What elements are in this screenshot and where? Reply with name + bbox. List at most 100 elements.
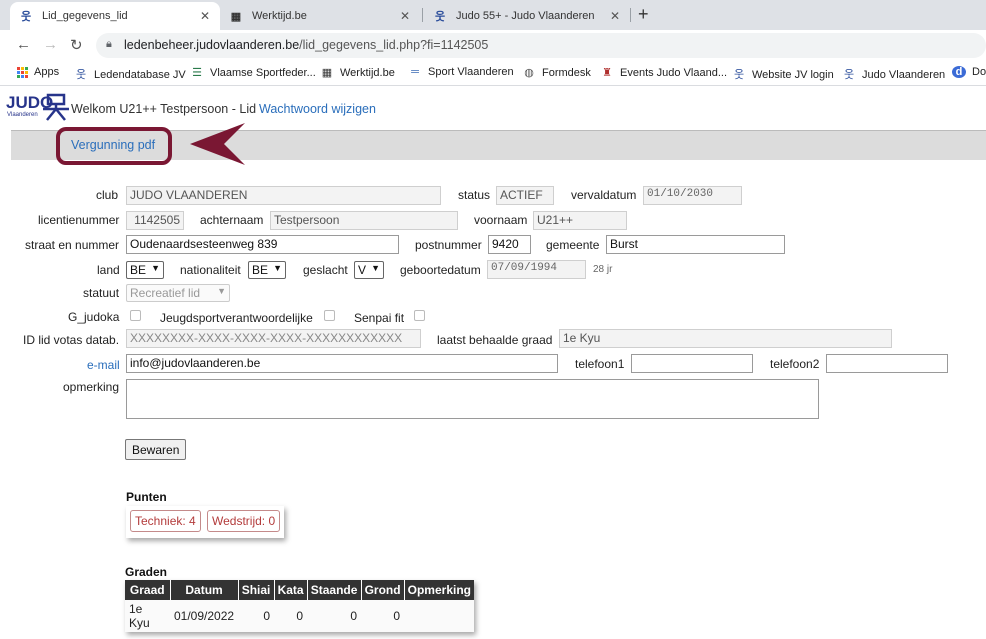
tab-lid-gegevens[interactable]: 웃 Lid_gegevens_lid ✕ bbox=[10, 2, 220, 30]
change-password-link[interactable]: Wachtwoord wijzigen bbox=[259, 102, 376, 116]
technique-points-badge: Techniek: 4 bbox=[130, 510, 201, 532]
license-pdf-link[interactable]: Vergunning pdf bbox=[71, 138, 155, 152]
statuut-label: statuut bbox=[83, 286, 120, 300]
chevron-down-icon: ▼ bbox=[217, 286, 226, 296]
club-field[interactable]: JUDO VLAANDEREN bbox=[126, 186, 441, 205]
events-icon: ♜ bbox=[602, 67, 612, 79]
gender-select[interactable]: V ▼ bbox=[354, 261, 384, 279]
bookmark-werktijd[interactable]: ▦ Werktijd.be bbox=[320, 66, 395, 79]
judo-icon: 웃 bbox=[20, 11, 32, 23]
forward-icon[interactable]: → bbox=[43, 36, 58, 53]
d-icon: d bbox=[952, 66, 966, 78]
bookmark-formdesk[interactable]: ◍ Formdesk bbox=[522, 66, 591, 79]
back-icon[interactable]: ← bbox=[16, 36, 31, 53]
calendar-icon: ▦ bbox=[230, 10, 242, 23]
graad-label: laatst behaalde graad bbox=[437, 333, 553, 347]
bookmark-sport-vlaanderen[interactable]: ═ Sport Vlaanderen bbox=[408, 66, 514, 78]
table-row: 1e Kyu 01/09/2022 0 0 0 0 bbox=[125, 600, 475, 632]
telefoon2-label: telefoon2 bbox=[770, 357, 820, 371]
address-bar: ← → ↻ 🔒︎ ledenbeheer.judovlaanderen.be/l… bbox=[0, 30, 986, 61]
url-field[interactable]: 🔒︎ ledenbeheer.judovlaanderen.be/lid_geg… bbox=[96, 33, 986, 58]
calendar-icon: ▦ bbox=[321, 67, 333, 79]
save-button[interactable]: Bewaren bbox=[125, 439, 187, 460]
welcome-text: Welkom U21++ Testpersoon - Lid bbox=[71, 102, 257, 116]
bookmark-label: Website JV login bbox=[752, 69, 834, 81]
close-icon[interactable]: ✕ bbox=[400, 9, 410, 23]
points-box: Techniek: 4 Wedstrijd: 0 bbox=[126, 506, 284, 538]
voornaam-label: voornaam bbox=[474, 213, 528, 227]
opmerking-label: opmerking bbox=[63, 380, 120, 394]
g-judoka-checkbox[interactable] bbox=[130, 310, 141, 321]
status-label: status bbox=[458, 188, 491, 202]
tab-title: Werktijd.be bbox=[252, 10, 307, 22]
list-icon: ☰ bbox=[192, 67, 202, 79]
jeugd-label: Jeugdsportverantwoordelijke bbox=[160, 311, 313, 325]
judo-icon: 웃 bbox=[733, 69, 745, 81]
birth-date-field[interactable]: 07/09/1994 bbox=[487, 260, 586, 279]
competition-points-badge: Wedstrijd: 0 bbox=[207, 510, 281, 532]
table-cell: 01/09/2022 bbox=[170, 600, 239, 632]
bookmark-apps[interactable]: Apps bbox=[17, 66, 59, 78]
tab-werktijd[interactable]: ▦ Werktijd.be ✕ bbox=[220, 2, 420, 30]
column-header: Graad bbox=[125, 580, 171, 600]
bookmark-do[interactable]: d Do bbox=[952, 66, 986, 78]
logo-subtext: Vlaanderen bbox=[7, 112, 38, 118]
bookmark-website-jv-login[interactable]: 웃 Website JV login bbox=[732, 66, 834, 82]
chevron-down-icon: ▼ bbox=[151, 263, 160, 273]
new-tab-icon[interactable]: + bbox=[638, 4, 649, 25]
street-field[interactable]: Oudenaardsesteenweg 839 bbox=[126, 235, 399, 254]
tab-judo-55[interactable]: 웃 Judo 55+ - Judo Vlaanderen ✕ bbox=[424, 2, 630, 30]
phone1-field[interactable] bbox=[631, 354, 753, 373]
bookmarks-bar: Apps 웃 Ledendatabase JV ☰ Vlaamse Sportfed… bbox=[0, 61, 986, 86]
postal-code-field[interactable]: 9420 bbox=[488, 235, 531, 254]
tab-separator bbox=[630, 8, 631, 22]
telefoon1-label: telefoon1 bbox=[575, 357, 625, 371]
nationaliteit-label: nationaliteit bbox=[180, 263, 241, 277]
close-icon[interactable]: ✕ bbox=[610, 9, 620, 23]
country-select[interactable]: BE ▼ bbox=[126, 261, 164, 279]
bookmark-label: Judo Vlaanderen bbox=[862, 69, 946, 81]
table-cell: 0 bbox=[361, 600, 405, 632]
browser-tab-bar: 웃 Lid_gegevens_lid ✕ ▦ Werktijd.be ✕ 웃 J… bbox=[0, 0, 986, 30]
apps-icon bbox=[17, 66, 28, 78]
bookmark-judo-vlaanderen[interactable]: 웃 Judo Vlaanderen bbox=[842, 66, 945, 82]
url-path: /lid_gegevens_lid.php?fi=1142505 bbox=[299, 38, 489, 52]
gender-value: V bbox=[358, 263, 367, 277]
votas-id-field[interactable]: XXXXXXXX-XXXX-XXXX-XXXX-XXXXXXXXXXXX bbox=[126, 329, 421, 348]
judo-icon: 웃 bbox=[843, 69, 855, 81]
expiry-date-field[interactable]: 01/10/2030 bbox=[643, 186, 742, 205]
bookmark-label: Formdesk bbox=[542, 67, 591, 79]
first-name-field[interactable]: U21++ bbox=[533, 211, 627, 230]
gemeente-label: gemeente bbox=[546, 238, 600, 252]
last-grade-field[interactable]: 1e Kyu bbox=[559, 329, 892, 348]
reload-icon[interactable]: ↻ bbox=[70, 36, 83, 54]
phone2-field[interactable] bbox=[826, 354, 948, 373]
remark-textarea[interactable] bbox=[126, 379, 819, 419]
bookmark-vlaamse-sportfederatie[interactable]: ☰ Vlaamse Sportfeder... bbox=[190, 66, 316, 79]
email-field[interactable]: info@judovlaanderen.be bbox=[126, 354, 558, 373]
bookmark-ledendatabase[interactable]: 웃 Ledendatabase JV bbox=[74, 66, 186, 82]
license-number-field[interactable]: 1142505 bbox=[126, 211, 184, 230]
bookmark-label: Werktijd.be bbox=[340, 67, 395, 79]
url-host: ledenbeheer.judovlaanderen.be bbox=[124, 38, 300, 52]
membership-type-value: Recreatief lid bbox=[130, 286, 201, 300]
judo-vlaanderen-logo[interactable]: JUDO Vlaanderen bbox=[6, 93, 69, 121]
bookmark-label: Apps bbox=[34, 66, 60, 78]
straat-label: straat en nummer bbox=[25, 238, 120, 252]
country-value: BE bbox=[130, 263, 147, 277]
status-field[interactable]: ACTIEF bbox=[496, 186, 554, 205]
close-icon[interactable]: ✕ bbox=[200, 9, 210, 23]
lock-icon: 🔒︎ bbox=[106, 38, 112, 50]
judoka-logo-icon bbox=[43, 93, 69, 121]
gjudoka-label: G_judoka bbox=[68, 310, 120, 324]
senpai-fit-checkbox[interactable] bbox=[414, 310, 425, 321]
nationality-select[interactable]: BE ▼ bbox=[248, 261, 286, 279]
city-field[interactable]: Burst bbox=[606, 235, 785, 254]
chevron-down-icon: ▼ bbox=[273, 263, 282, 273]
last-name-field[interactable]: Testpersoon bbox=[270, 211, 458, 230]
youth-responsible-checkbox[interactable] bbox=[324, 310, 335, 321]
membership-type-select[interactable]: Recreatief lid ▼ bbox=[126, 284, 230, 302]
column-header: Datum bbox=[170, 580, 239, 600]
bookmark-events-judo[interactable]: ♜ Events Judo Vlaand... bbox=[600, 66, 727, 79]
email-label-link[interactable]: e-mail bbox=[87, 358, 120, 372]
